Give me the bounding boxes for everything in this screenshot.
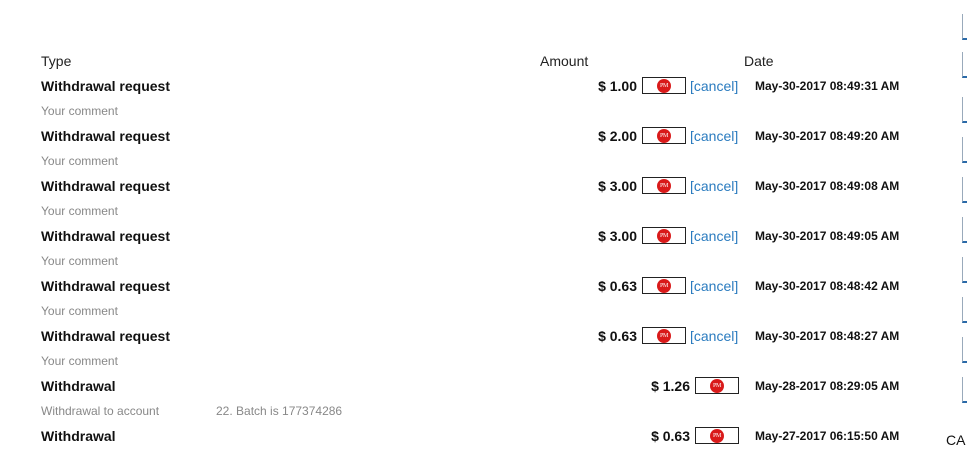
transaction-comment: Your comment xyxy=(41,354,118,368)
transaction-row: Withdrawal request $ 3.00 PM [cancel] Ma… xyxy=(0,224,940,248)
cancel-link[interactable]: [cancel] xyxy=(690,278,738,294)
side-panel-input[interactable] xyxy=(962,97,967,123)
transaction-row: Withdrawal $ 0.63 PM May-27-2017 06:15:5… xyxy=(0,424,940,448)
side-panel-input[interactable] xyxy=(962,217,967,243)
cancel-link[interactable]: [cancel] xyxy=(690,328,738,344)
transaction-row: Withdrawal request $ 1.00 PM [cancel] Ma… xyxy=(0,74,940,98)
transaction-date: May-30-2017 08:49:31 AM xyxy=(755,79,900,93)
side-panel-input[interactable] xyxy=(962,137,967,163)
payment-method-badge: PM xyxy=(642,77,686,94)
transaction-row: Withdrawal request $ 2.00 PM [cancel] Ma… xyxy=(0,124,940,148)
side-panel-input[interactable] xyxy=(962,297,967,323)
header-amount: Amount xyxy=(540,53,589,69)
transaction-date: May-30-2017 08:49:05 AM xyxy=(755,229,900,243)
payment-method-badge: PM xyxy=(695,427,739,444)
transaction-type: Withdrawal xyxy=(41,428,116,444)
payment-method-badge: PM xyxy=(642,327,686,344)
payment-method-badge: PM xyxy=(642,277,686,294)
transaction-comment: Your comment xyxy=(41,104,118,118)
payment-method-badge: PM xyxy=(642,127,686,144)
transaction-amount: $ 0.63 xyxy=(598,278,637,294)
transaction-date: May-30-2017 08:48:27 AM xyxy=(755,329,900,343)
pm-icon: PM xyxy=(657,179,671,193)
pm-icon: PM xyxy=(657,79,671,93)
header-date: Date xyxy=(744,53,774,69)
transaction-date: May-28-2017 08:29:05 AM xyxy=(755,379,900,393)
cancel-link[interactable]: [cancel] xyxy=(690,178,738,194)
transaction-comment: Your comment xyxy=(41,304,118,318)
transaction-comment: Your comment xyxy=(41,154,118,168)
transaction-type: Withdrawal request xyxy=(41,278,171,294)
transaction-amount: $ 3.00 xyxy=(598,178,637,194)
side-panel-input[interactable] xyxy=(962,377,967,403)
cancel-link[interactable]: [cancel] xyxy=(690,78,738,94)
transaction-comment: Your comment xyxy=(41,254,118,268)
pm-icon: PM xyxy=(710,379,724,393)
transaction-amount: $ 0.63 xyxy=(651,428,690,444)
transaction-amount: $ 2.00 xyxy=(598,128,637,144)
payment-method-badge: PM xyxy=(642,227,686,244)
side-panel-label: CA xyxy=(946,432,966,448)
header-type: Type xyxy=(41,53,72,69)
transaction-amount: $ 0.63 xyxy=(598,328,637,344)
pm-icon: PM xyxy=(657,279,671,293)
transaction-row: Withdrawal request $ 0.63 PM [cancel] Ma… xyxy=(0,274,940,298)
pm-icon: PM xyxy=(710,429,724,443)
transaction-date: May-27-2017 06:15:50 AM xyxy=(755,429,900,443)
transaction-row: Withdrawal request $ 3.00 PM [cancel] Ma… xyxy=(0,174,940,198)
cancel-link[interactable]: [cancel] xyxy=(690,128,738,144)
transaction-type: Withdrawal request xyxy=(41,128,171,144)
transaction-date: May-30-2017 08:48:42 AM xyxy=(755,279,900,293)
pm-icon: PM xyxy=(657,329,671,343)
transaction-type: Withdrawal request xyxy=(41,178,171,194)
side-panel-input[interactable] xyxy=(962,257,967,283)
transaction-type: Withdrawal xyxy=(41,378,116,394)
transaction-date: May-30-2017 08:49:08 AM xyxy=(755,179,900,193)
transaction-type: Withdrawal request xyxy=(41,328,171,344)
transaction-type: Withdrawal request xyxy=(41,228,171,244)
transaction-batch-info: 22. Batch is 177374286 xyxy=(216,404,343,418)
side-panel-input[interactable] xyxy=(962,14,967,40)
side-panel-input[interactable] xyxy=(962,177,967,203)
transaction-amount: $ 1.26 xyxy=(651,378,690,394)
transaction-row: Withdrawal $ 1.26 PM May-28-2017 08:29:0… xyxy=(0,374,940,398)
transaction-type: Withdrawal request xyxy=(41,78,171,94)
pm-icon: PM xyxy=(657,129,671,143)
transaction-comment: Withdrawal to account xyxy=(41,404,160,418)
cancel-link[interactable]: [cancel] xyxy=(690,228,738,244)
pm-icon: PM xyxy=(657,229,671,243)
payment-method-badge: PM xyxy=(695,377,739,394)
transaction-amount: $ 1.00 xyxy=(598,78,637,94)
transaction-row: Withdrawal request $ 0.63 PM [cancel] Ma… xyxy=(0,324,940,348)
side-panel-input[interactable] xyxy=(962,337,967,363)
transaction-date: May-30-2017 08:49:20 AM xyxy=(755,129,900,143)
payment-method-badge: PM xyxy=(642,177,686,194)
transaction-amount: $ 3.00 xyxy=(598,228,637,244)
transaction-comment: Your comment xyxy=(41,204,118,218)
side-panel-input[interactable] xyxy=(962,52,967,78)
